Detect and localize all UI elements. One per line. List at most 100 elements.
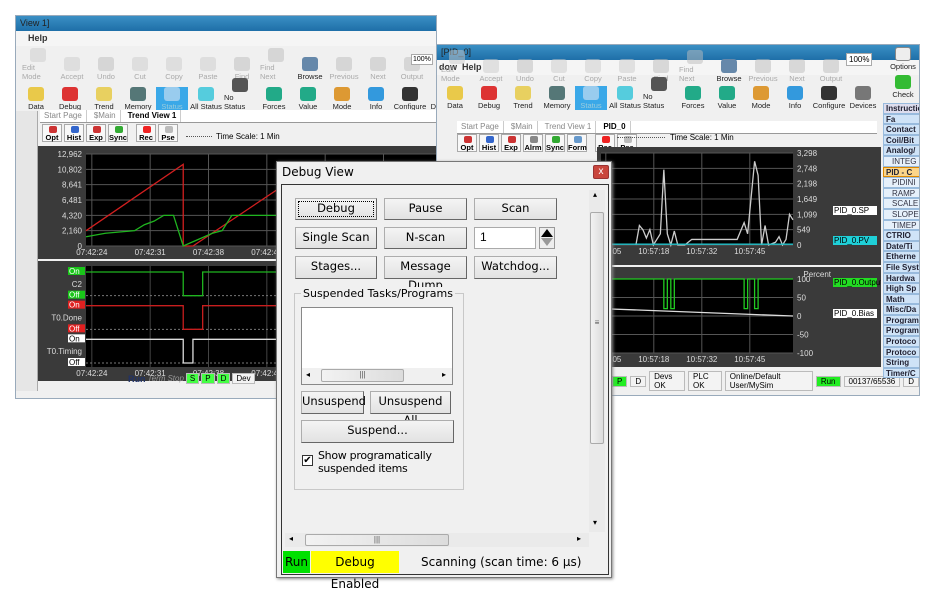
toolbar-status-button[interactable]: Status (575, 86, 607, 110)
stop-mode[interactable]: Stop (167, 374, 183, 383)
menu-help[interactable]: Help (28, 33, 48, 43)
instruction-category[interactable]: Program (883, 325, 919, 337)
toolbar-debug-button[interactable]: Debug (54, 87, 86, 111)
toolbar-value-button[interactable]: Value (292, 87, 324, 111)
toolbar-info-button[interactable]: Info (779, 86, 811, 110)
spin-up-icon[interactable] (541, 229, 553, 237)
scroll-left-icon[interactable]: ◂ (306, 370, 310, 379)
vertical-scroll-thumb[interactable]: ≡ (590, 212, 604, 444)
toolbar-all-status-button[interactable]: All Status (190, 87, 222, 111)
toolbar-mode-button[interactable]: Mode (326, 87, 358, 111)
term-mode[interactable]: Term (148, 374, 166, 383)
instruction-category[interactable]: CTRIO (883, 230, 919, 241)
tab-trend-view-1[interactable]: Trend View 1 (541, 121, 597, 133)
scroll-down-icon[interactable]: ▾ (593, 518, 597, 527)
instruction-category[interactable]: INTEG (883, 155, 919, 167)
instruction-category[interactable]: Coil/Bit (883, 134, 919, 146)
checkbox-label[interactable]: Show programatically suspended items (318, 449, 458, 475)
zoom-select[interactable]: 100% (411, 54, 433, 65)
options-button[interactable]: Options (887, 47, 919, 71)
instruction-category[interactable]: Analog/ (883, 145, 919, 156)
horizontal-scroll-thumb[interactable]: ||| (305, 534, 449, 546)
sync-button[interactable]: Sync (108, 124, 128, 142)
instruction-category[interactable]: File Syst (883, 261, 919, 273)
instruction-category[interactable]: String (883, 357, 919, 368)
zoom-select[interactable]: 100% (846, 53, 873, 66)
toolbar-memory-button[interactable]: Memory (541, 86, 573, 110)
instruction-category[interactable]: Protoco (883, 336, 919, 347)
toolbar-status-button[interactable]: Status (156, 87, 188, 111)
instruction-category[interactable]: Program (883, 314, 919, 326)
exp-button[interactable]: Exp (501, 134, 521, 152)
instruction-category[interactable]: Protoco (883, 346, 919, 358)
instruction-category[interactable]: Etherne (883, 251, 919, 262)
toolbar-mode-button[interactable]: Mode (745, 86, 777, 110)
stages-button[interactable]: Stages... (295, 256, 377, 279)
form-button[interactable]: Form (567, 134, 587, 152)
instruction-category[interactable]: SCALE (883, 198, 919, 209)
instruction-category[interactable]: TIMEP (883, 219, 919, 231)
tab--main[interactable]: $Main (507, 121, 538, 133)
toolbar-devices-button[interactable]: Devices (847, 86, 879, 110)
toolbar-debug-button[interactable]: Debug (473, 86, 505, 110)
hist-button[interactable]: Hist (64, 124, 84, 142)
tab-trend-view-1[interactable]: Trend View 1 (124, 110, 182, 122)
toolbar-forces-button[interactable]: Forces (258, 87, 290, 111)
instruction-category[interactable]: Hardwa (883, 272, 919, 284)
time-scale-slider[interactable] (617, 134, 665, 138)
instruction-category[interactable]: PID - C (883, 166, 919, 178)
instruction-category[interactable]: Math (883, 293, 919, 305)
toolbar-find-next-button[interactable]: Find Next (260, 48, 292, 81)
close-button[interactable]: x (593, 165, 609, 179)
tab-pid-0[interactable]: PID_0 (599, 121, 631, 133)
suspended-list[interactable]: ◂ ||| ▸ (301, 307, 453, 385)
alrm-button[interactable]: Alrm (523, 134, 543, 152)
debug-button[interactable]: Debug (295, 198, 377, 220)
n-scan-spinner[interactable] (539, 227, 555, 249)
n-scan-count-input[interactable]: 1 (474, 227, 536, 249)
toolbar-no-status-button[interactable]: No Status (643, 77, 675, 110)
toolbar-trend-button[interactable]: Trend (88, 87, 120, 111)
n-scan-button[interactable]: N-scan (384, 227, 467, 249)
unsuspend-all-button[interactable]: Unsuspend All (370, 391, 451, 427)
scroll-left-icon[interactable]: ◂ (289, 534, 293, 543)
toolbar-value-button[interactable]: Value (711, 86, 743, 110)
scroll-thumb[interactable]: ||| (321, 369, 404, 382)
toolbar-edit-mode-button[interactable]: Edit Mode (22, 48, 54, 81)
run-mode[interactable]: Run (128, 374, 146, 384)
exp-button[interactable]: Exp (86, 124, 106, 142)
instruction-category[interactable]: Timer/C (883, 367, 919, 379)
sync-button[interactable]: Sync (545, 134, 565, 152)
single-scan-button[interactable]: Single Scan (295, 227, 377, 249)
horizontal-scrollbar[interactable]: ◂ ||| ▸ (285, 533, 589, 547)
instruction-category[interactable]: Fa (883, 113, 919, 125)
toolbar-memory-button[interactable]: Memory (122, 87, 154, 111)
instruction-category[interactable]: Date/Ti (883, 240, 919, 252)
hist-button[interactable]: Hist (479, 134, 499, 152)
watchdog-button[interactable]: Watchdog... (474, 256, 557, 279)
tab-start-page[interactable]: Start Page (457, 121, 504, 133)
show-suspended-checkbox[interactable]: ✔ (302, 455, 313, 466)
message-dump-button[interactable]: Message Dump (384, 256, 467, 292)
spin-down-icon[interactable] (541, 238, 553, 246)
toolbar-forces-button[interactable]: Forces (677, 86, 709, 110)
scroll-up-icon[interactable]: ▴ (593, 190, 597, 199)
instruction-category[interactable]: High Sp (883, 283, 919, 294)
opt-button[interactable]: Opt (42, 124, 62, 142)
tab--main[interactable]: $Main (90, 110, 121, 122)
scroll-right-icon[interactable]: ▸ (442, 370, 446, 379)
time-scale-slider[interactable] (186, 133, 212, 137)
instruction-category[interactable]: Misc/Da (883, 304, 919, 315)
instruction-category[interactable]: SLOPE (883, 208, 919, 220)
toolbar-info-button[interactable]: Info (360, 87, 392, 111)
unsuspend-button[interactable]: Unsuspend (301, 391, 366, 414)
toolbar-configure-button[interactable]: Configure (394, 87, 426, 111)
pse-button[interactable]: Pse (158, 124, 178, 142)
toolbar-all-status-button[interactable]: All Status (609, 86, 641, 110)
scroll-right-icon[interactable]: ▸ (577, 534, 581, 543)
toolbar-data-button[interactable]: Data (439, 86, 471, 110)
vertical-scrollbar[interactable]: ▴ ≡ ▾ (589, 190, 605, 532)
scan-button[interactable]: Scan (474, 198, 557, 220)
toolbar-no-status-button[interactable]: No Status (224, 78, 256, 111)
opt-button[interactable]: Opt (457, 134, 477, 152)
